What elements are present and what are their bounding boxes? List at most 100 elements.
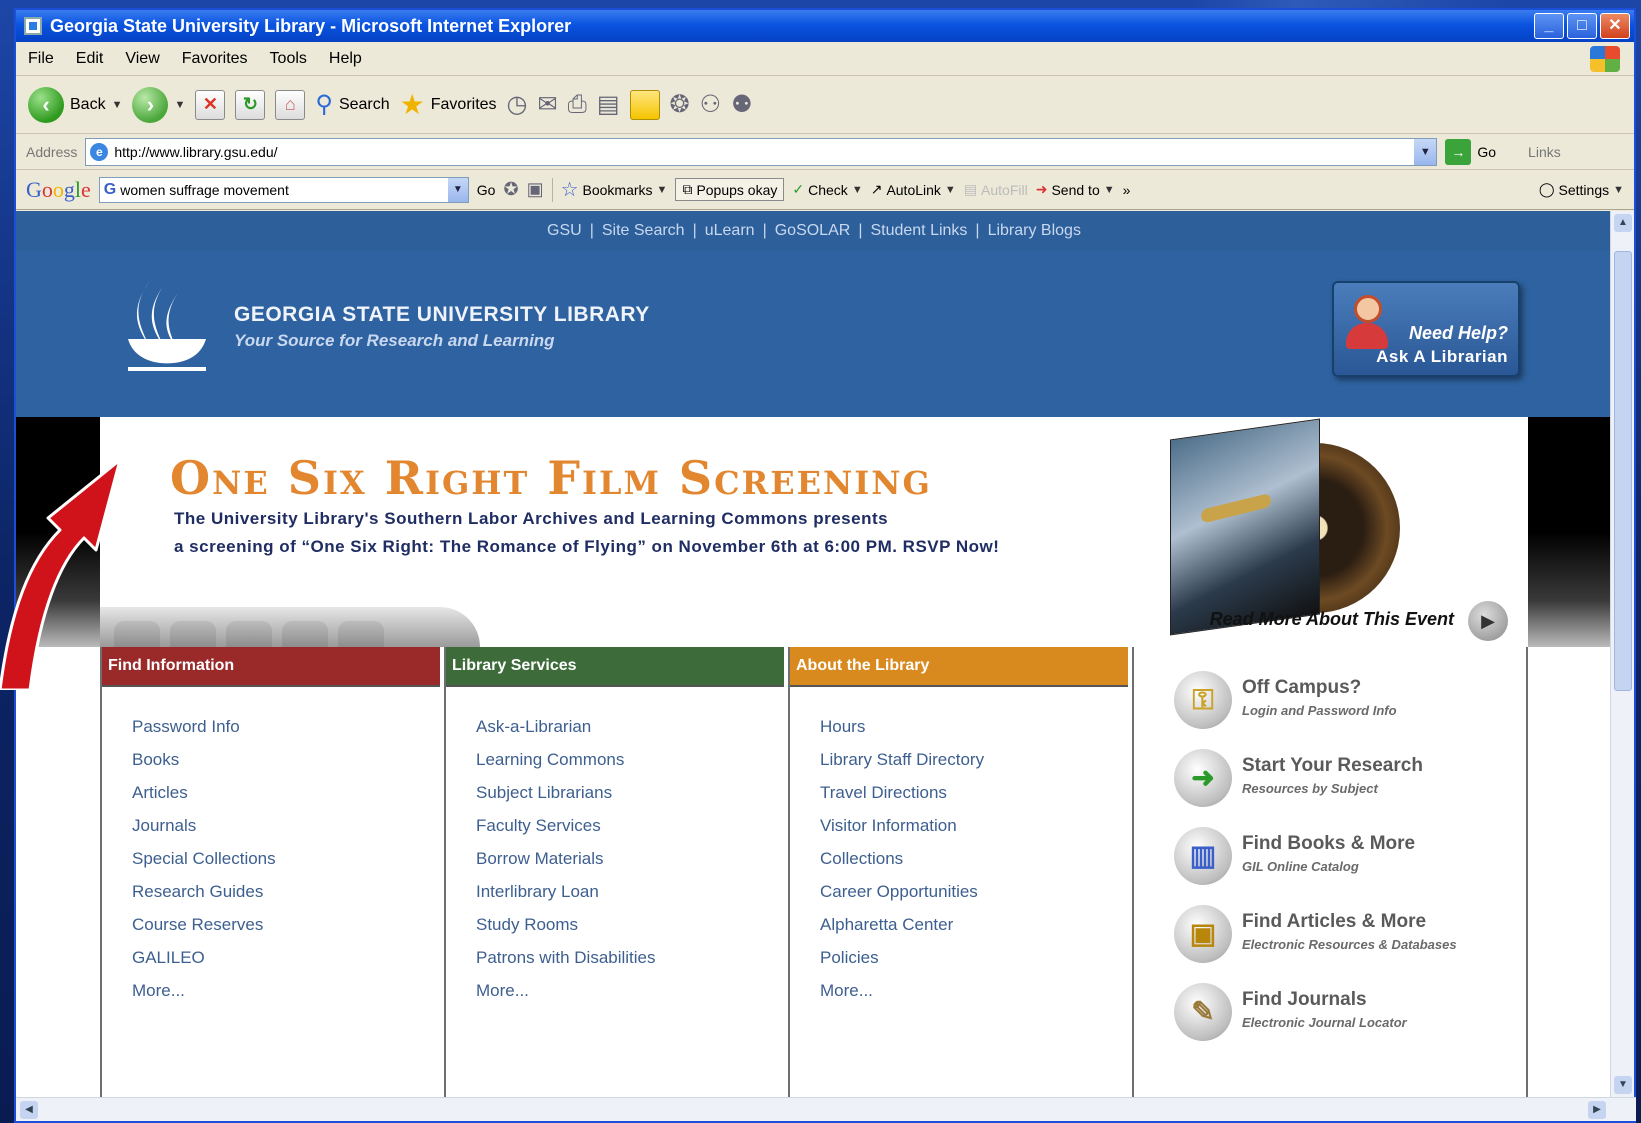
spellcheck-button[interactable]: ✓ Check ▼ <box>792 181 862 198</box>
link-patrons-with-disabilities[interactable]: Patrons with Disabilities <box>476 948 784 981</box>
history-icon[interactable]: ◷ <box>507 90 528 119</box>
messenger-icon[interactable]: ⚇ <box>700 90 722 119</box>
link-articles[interactable]: Articles <box>132 783 440 816</box>
link-travel-directions[interactable]: Travel Directions <box>820 783 1128 816</box>
quick-link-find-articles[interactable]: ▣ Find Articles & More Electronic Resour… <box>1174 905 1526 983</box>
scrollbar-thumb[interactable] <box>1614 251 1632 691</box>
toolbar-overflow-button[interactable]: » <box>1123 182 1131 198</box>
link-ask-a-librarian[interactable]: Ask-a-Librarian <box>476 717 784 750</box>
scroll-up-icon[interactable]: ▲ <box>1614 214 1632 232</box>
google-search-dropdown-icon[interactable]: ▼ <box>447 177 468 202</box>
ask-a-librarian-button[interactable]: Need Help? Ask A Librarian <box>1332 281 1520 377</box>
play-icon[interactable]: ▶ <box>1468 601 1508 641</box>
link-course-reserves[interactable]: Course Reserves <box>132 915 440 948</box>
menu-edit[interactable]: Edit <box>76 50 104 68</box>
read-more-link[interactable]: Read More About This Event <box>1210 609 1454 630</box>
back-button[interactable]: ‹ Back ▼ <box>28 86 123 123</box>
bookmarks-button[interactable]: ☆ Bookmarks ▼ <box>561 177 668 202</box>
quick-link-start-research[interactable]: ➜ Start Your Research Resources by Subje… <box>1174 749 1526 827</box>
link-more[interactable]: More... <box>820 981 1128 1014</box>
link-subject-librarians[interactable]: Subject Librarians <box>476 783 784 816</box>
blogger-icon[interactable]: ▣ <box>527 179 544 200</box>
back-dropdown-icon[interactable]: ▼ <box>112 99 123 111</box>
popups-button[interactable]: ⧉ Popups okay <box>675 178 785 201</box>
research-icon[interactable]: ❂ <box>670 90 690 119</box>
menu-view[interactable]: View <box>125 50 159 68</box>
top-link-student-links[interactable]: Student Links <box>870 222 967 240</box>
window-title: Georgia State University Library - Micro… <box>50 15 572 36</box>
link-borrow-materials[interactable]: Borrow Materials <box>476 849 784 882</box>
link-books[interactable]: Books <box>132 750 440 783</box>
autolink-button[interactable]: ↗ AutoLink ▼ <box>871 181 956 198</box>
scroll-down-icon[interactable]: ▼ <box>1614 1076 1632 1094</box>
top-link-gosolar[interactable]: GoSOLAR <box>775 222 851 240</box>
top-link-site-search[interactable]: Site Search <box>602 222 685 240</box>
link-faculty-services[interactable]: Faculty Services <box>476 816 784 849</box>
link-hours[interactable]: Hours <box>820 717 1128 750</box>
carousel-tab[interactable] <box>226 621 272 647</box>
google-go-button[interactable]: Go <box>477 182 496 198</box>
people-icon[interactable]: ⚉ <box>731 90 753 119</box>
quick-link-find-journals[interactable]: ✎ Find Journals Electronic Journal Locat… <box>1174 983 1526 1061</box>
edit-icon[interactable]: ▤ <box>597 90 620 119</box>
quick-link-off-campus[interactable]: ⚿ Off Campus? Login and Password Info <box>1174 671 1526 749</box>
print-icon[interactable]: ⎙ <box>568 91 587 119</box>
menu-tools[interactable]: Tools <box>270 50 307 68</box>
favorites-button[interactable]: ★ Favorites <box>400 88 497 121</box>
pagerank-icon[interactable]: ✪ <box>503 179 518 200</box>
link-policies[interactable]: Policies <box>820 948 1128 981</box>
link-research-guides[interactable]: Research Guides <box>132 882 440 915</box>
link-alpharetta-center[interactable]: Alpharetta Center <box>820 915 1128 948</box>
stop-icon[interactable]: ✕ <box>195 89 226 120</box>
send-to-button[interactable]: ➜ Send to ▼ <box>1036 181 1115 198</box>
links-button[interactable]: Links <box>1528 144 1561 160</box>
link-more[interactable]: More... <box>476 981 784 1014</box>
link-career-opportunities[interactable]: Career Opportunities <box>820 882 1128 915</box>
gsu-flame-logo[interactable] <box>120 277 206 373</box>
link-collections[interactable]: Collections <box>820 849 1128 882</box>
home-icon[interactable]: ⌂ <box>275 89 306 120</box>
top-link-library-blogs[interactable]: Library Blogs <box>988 222 1081 240</box>
minimize-button[interactable]: _ <box>1534 13 1564 39</box>
search-button[interactable]: ⚲ Search <box>315 90 389 119</box>
vertical-scrollbar[interactable]: ▲ ▼ <box>1610 211 1634 1097</box>
link-study-rooms[interactable]: Study Rooms <box>476 915 784 948</box>
close-button[interactable]: ✕ <box>1600 13 1630 39</box>
forward-button[interactable]: › ▼ <box>132 86 185 123</box>
link-more[interactable]: More... <box>132 981 440 1014</box>
link-learning-commons[interactable]: Learning Commons <box>476 750 784 783</box>
quick-link-find-books[interactable]: ▥ Find Books & More GIL Online Catalog <box>1174 827 1526 905</box>
address-dropdown-icon[interactable]: ▼ <box>1414 138 1437 165</box>
go-button[interactable]: → Go <box>1445 138 1496 165</box>
scroll-left-icon[interactable]: ◀ <box>20 1101 38 1119</box>
horizontal-scrollbar[interactable]: ◀ ▶ <box>16 1097 1636 1121</box>
discuss-icon[interactable] <box>629 89 660 120</box>
top-link-gsu[interactable]: GSU <box>547 222 582 240</box>
link-visitor-information[interactable]: Visitor Information <box>820 816 1128 849</box>
link-special-collections[interactable]: Special Collections <box>132 849 440 882</box>
link-journals[interactable]: Journals <box>132 816 440 849</box>
hero-banner[interactable]: One Six Right Film Screening The Univers… <box>100 417 1528 647</box>
forward-dropdown-icon[interactable]: ▼ <box>174 99 185 111</box>
menu-help[interactable]: Help <box>329 50 362 68</box>
site-title[interactable]: GEORGIA STATE UNIVERSITY LIBRARY <box>234 303 650 327</box>
mail-icon[interactable]: ✉ <box>538 90 558 119</box>
carousel-tab[interactable] <box>282 621 328 647</box>
google-logo[interactable]: Google <box>26 177 91 203</box>
maximize-button[interactable]: □ <box>1567 13 1597 39</box>
google-search-input[interactable]: G women suffrage movement ▼ <box>98 176 469 203</box>
menu-file[interactable]: File <box>28 50 54 68</box>
scroll-right-icon[interactable]: ▶ <box>1588 1101 1606 1119</box>
carousel-tab[interactable] <box>338 621 384 647</box>
link-interlibrary-loan[interactable]: Interlibrary Loan <box>476 882 784 915</box>
link-password-info[interactable]: Password Info <box>132 717 440 750</box>
top-link-ulearn[interactable]: uLearn <box>705 222 755 240</box>
menu-favorites[interactable]: Favorites <box>182 50 248 68</box>
link-galileo[interactable]: GALILEO <box>132 948 440 981</box>
refresh-icon[interactable]: ↻ <box>235 89 266 120</box>
address-input[interactable]: e http://www.library.gsu.edu/ ▼ <box>85 137 1438 166</box>
carousel-tab[interactable] <box>170 621 216 647</box>
settings-button[interactable]: ◯ Settings ▼ <box>1539 181 1624 198</box>
title-bar[interactable]: Georgia State University Library - Micro… <box>16 10 1634 42</box>
link-staff-directory[interactable]: Library Staff Directory <box>820 750 1128 783</box>
